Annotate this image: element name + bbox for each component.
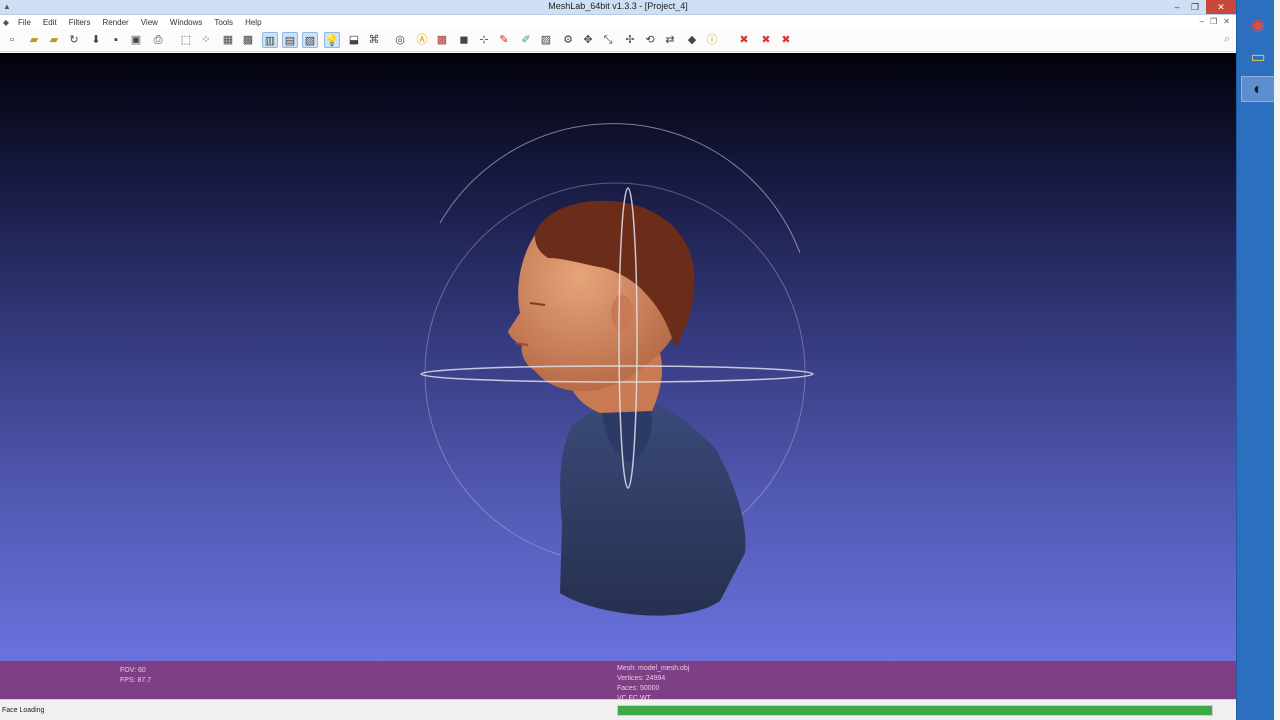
status-text: Face Loading: [2, 707, 45, 714]
bounding-box-icon[interactable]: ⬚: [178, 32, 194, 48]
flat-lines-icon[interactable]: ▥: [262, 32, 278, 48]
help-icon[interactable]: ⓘ: [704, 32, 720, 48]
hidden-lines-icon[interactable]: ▩: [240, 32, 256, 48]
meshlab-window: ▲ MeshLab_64bit v1.3.3 - [Project_4] – ❐…: [0, 0, 1280, 720]
paint-icon[interactable]: ✎: [496, 32, 512, 48]
align-icon[interactable]: ⊹: [476, 32, 492, 48]
toolbar: ⌕ ▫ ▰ ▰ ↻ ⬇ ▪ ▣ ⎙ ⬚ ⁘ ▦ ▩ ▥ ▤ ▧ 💡 ⬓ ⌘ ◎ Ⓐ ▩ ◼ ⊹ ✎ ✐ ▨ ⚙ ✥ ⤡ ✢ ⟲ ⇄ ◆ ⓘ ✖ ✖ ✖: [0, 29, 1236, 52]
quality-icon[interactable]: ◆: [684, 32, 700, 48]
menu-view[interactable]: View: [135, 18, 164, 27]
3d-viewport[interactable]: [0, 53, 1236, 661]
cut-icon[interactable]: ✖: [758, 32, 774, 48]
import-icon[interactable]: ⬇: [88, 32, 104, 48]
open-project-icon[interactable]: ▰: [26, 32, 42, 48]
delete-icon[interactable]: ✖: [736, 32, 752, 48]
save-icon[interactable]: ▪: [108, 32, 124, 48]
menu-file[interactable]: File: [12, 18, 37, 27]
texture-icon[interactable]: ▩: [434, 32, 450, 48]
menu-help[interactable]: Help: [239, 18, 267, 27]
progress-bar: [617, 705, 1213, 716]
info-overlay: FOV: 60 FPS: 87.7 Mesh: model_mesh.obj V…: [0, 661, 1236, 702]
manipulator-icon[interactable]: ✥: [580, 32, 596, 48]
progress-fill: [618, 706, 1212, 715]
menu-windows[interactable]: Windows: [164, 18, 208, 27]
smooth-icon[interactable]: ▧: [302, 32, 318, 48]
pen-icon[interactable]: ✐: [518, 32, 534, 48]
remove-icon[interactable]: ✖: [778, 32, 794, 48]
status-bar: Face Loading: [0, 699, 1236, 720]
scene: [420, 123, 814, 616]
search-icon[interactable]: ⌕: [1224, 33, 1230, 46]
info-icon[interactable]: Ⓐ: [414, 32, 430, 48]
maximize-button[interactable]: ❐: [1186, 0, 1204, 14]
menu-filters[interactable]: Filters: [63, 18, 97, 27]
document-minimize-button[interactable]: –: [1200, 15, 1204, 29]
mesh-info: Mesh: model_mesh.obj Vertices: 24994 Fac…: [617, 664, 689, 704]
flat-icon[interactable]: ▤: [282, 32, 298, 48]
mesh-name-label: Mesh: model_mesh.obj: [617, 665, 690, 672]
taskbar: ◉ ▭ ◐: [1236, 0, 1280, 720]
layer-icon[interactable]: ▨: [538, 32, 554, 48]
menu-tools[interactable]: Tools: [208, 18, 239, 27]
taskbar-edge: [1274, 0, 1280, 720]
minimize-button[interactable]: –: [1168, 0, 1186, 14]
select-faces-icon[interactable]: ⌘: [366, 32, 382, 48]
document-close-button[interactable]: ✕: [1223, 15, 1230, 29]
print-icon[interactable]: ⎙: [150, 32, 166, 48]
backface-icon[interactable]: ⬓: [346, 32, 362, 48]
reload-icon[interactable]: ↻: [66, 32, 82, 48]
document-window-controls: – ❐ ✕: [1200, 15, 1230, 29]
document-restore-button[interactable]: ❐: [1210, 15, 1217, 29]
fps-label: FPS: 87.7: [120, 677, 152, 684]
menu-bar: ◆ File Edit Filters Render View Windows …: [0, 15, 1236, 29]
transform-icon[interactable]: ⇄: [662, 32, 678, 48]
vertices-label: Vertices: 24994: [617, 675, 666, 682]
rotate-icon[interactable]: ⟲: [642, 32, 658, 48]
meshlab-taskbar-icon[interactable]: ◐: [1241, 76, 1275, 102]
menu-edit[interactable]: Edit: [37, 18, 63, 27]
wireframe-icon[interactable]: ▦: [220, 32, 236, 48]
title-bar: ▲ MeshLab_64bit v1.3.3 - [Project_4] – ❐…: [0, 0, 1236, 15]
points-icon[interactable]: ⁘: [198, 32, 214, 48]
file-explorer-icon[interactable]: ▭: [1241, 45, 1275, 71]
lighting-icon[interactable]: 💡: [324, 32, 340, 48]
colour-icon[interactable]: ◼: [456, 32, 472, 48]
chrome-icon[interactable]: ◉: [1241, 13, 1275, 39]
filter-icon[interactable]: ⚙: [560, 32, 576, 48]
snapshot-icon[interactable]: ▣: [128, 32, 144, 48]
menu-render[interactable]: Render: [96, 18, 134, 27]
document-icon[interactable]: ◆: [0, 18, 12, 27]
scale-icon[interactable]: ⤡: [600, 32, 616, 48]
new-project-icon[interactable]: ▫: [4, 32, 20, 48]
close-button[interactable]: ✕: [1206, 0, 1236, 14]
view-info: FOV: 60 FPS: 87.7: [120, 666, 151, 686]
move-icon[interactable]: ✢: [622, 32, 638, 48]
fov-label: FOV: 60: [120, 667, 146, 674]
faces-label: Faces: 50000: [617, 685, 660, 692]
measure-icon[interactable]: ◎: [392, 32, 408, 48]
head-bust-model[interactable]: [508, 200, 746, 616]
window-title: MeshLab_64bit v1.3.3 - [Project_4]: [548, 1, 688, 11]
open-mesh-icon[interactable]: ▰: [46, 32, 62, 48]
